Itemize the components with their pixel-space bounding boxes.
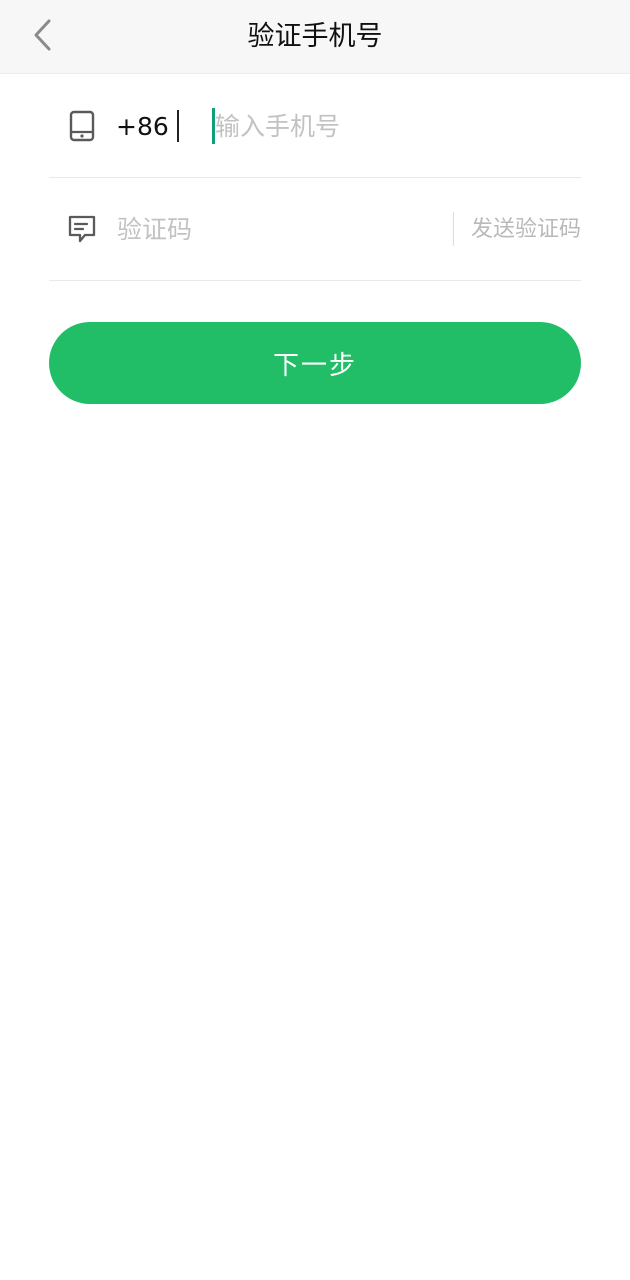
send-code-divider <box>453 212 454 246</box>
page: 验证手机号 +86 发送验证码 下一步 <box>0 0 630 1280</box>
send-code-button[interactable]: 发送验证码 <box>471 178 581 281</box>
code-row: 发送验证码 <box>49 178 581 281</box>
phone-row: +86 <box>49 75 581 178</box>
next-step-button[interactable]: 下一步 <box>49 322 581 404</box>
phone-input[interactable] <box>215 101 555 151</box>
message-icon <box>67 213 97 245</box>
verification-code-input[interactable] <box>117 204 437 254</box>
country-code[interactable]: +86 <box>116 75 169 178</box>
top-bar: 验证手机号 <box>0 0 630 74</box>
phone-icon <box>67 110 97 142</box>
country-code-divider <box>177 110 179 142</box>
page-title: 验证手机号 <box>247 21 383 52</box>
